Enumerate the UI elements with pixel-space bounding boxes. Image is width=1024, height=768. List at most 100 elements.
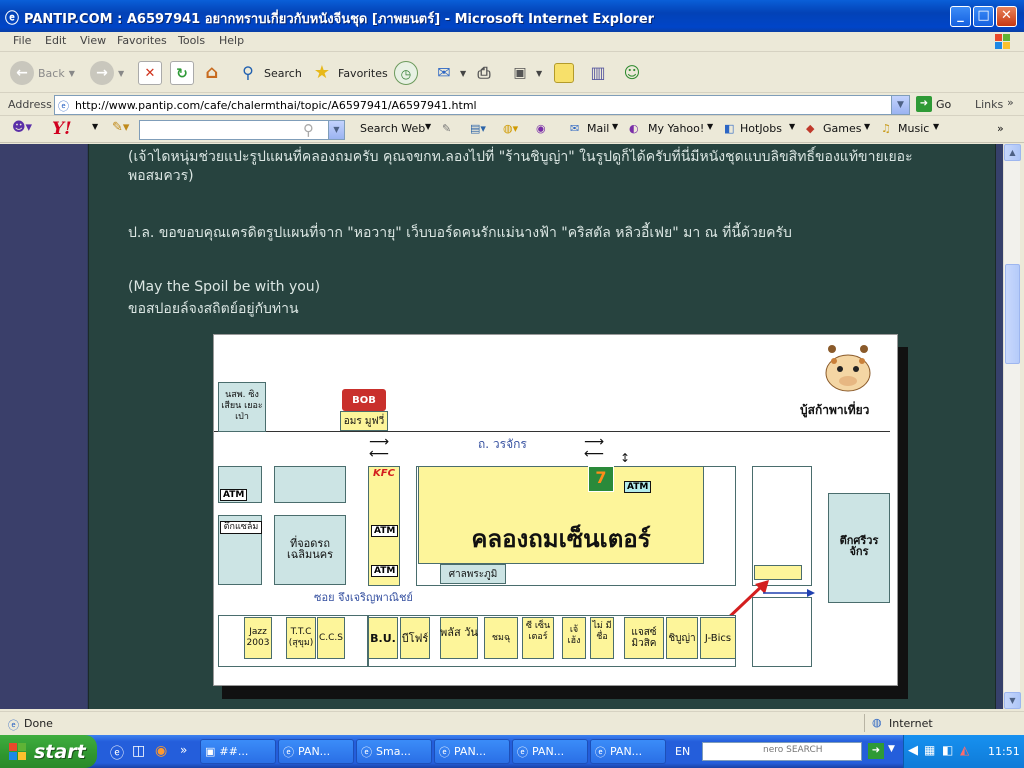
my-yahoo-link[interactable]: My Yahoo! [648,122,704,135]
music-dropdown-icon[interactable]: ▼ [933,122,939,131]
post-line-4: (May the Spoil be with you) [128,279,321,295]
atm-label-2: ATM [371,525,399,537]
vertical-scrollbar[interactable]: ▲ ▼ [1003,144,1021,709]
task-button-4[interactable]: ⓔ PAN... [434,739,510,764]
menu-view[interactable]: View [80,34,106,47]
quicklaunch-chevron-icon[interactable]: » [180,743,187,757]
task-button-1[interactable]: ▣ ##... [200,739,276,764]
yahoo-search-input[interactable]: ⚲ ▼ [139,120,345,140]
nero-go-icon[interactable]: ➜ [868,743,884,759]
nero-dropdown-icon[interactable]: ▼ [888,744,895,754]
scroll-up-button[interactable]: ▲ [1004,144,1021,161]
tray-app-icon[interactable]: ◧ [942,743,953,757]
history-button[interactable]: ◷ [394,59,418,87]
search-button[interactable]: ⚲ Search [236,59,302,87]
yahoo-dropdown-icon[interactable]: ▼ [92,122,98,131]
my-yahoo-icon: ◐ [629,122,639,135]
yahoo-toolbar: ☻▾ Y! ▼ ✎▾ ⚲ ▼ Search Web ▼ ✎ ▤▾ ◍▾ ◉ ✉ … [0,117,1024,143]
start-button[interactable]: start [0,735,97,768]
tray-network-icon[interactable]: ▦ [924,743,935,757]
toolbar-chevron-icon[interactable]: » [997,122,1004,135]
games-link[interactable]: Games [823,122,861,135]
quicklaunch-desktop-icon[interactable]: ◫ [132,743,145,759]
center-label: คลองถมเซ็นเตอร์ [471,525,651,553]
refresh-button[interactable]: ↻ [170,59,194,87]
note-icon [554,63,574,83]
menu-file[interactable]: File [13,34,31,47]
forward-arrow-icon: → [90,61,114,85]
task-label-1: ##... [219,745,249,758]
left-margin [0,144,87,709]
mail-envelope-icon: ✉ [570,122,580,135]
quicklaunch-ie-icon[interactable]: ⓔ [110,743,124,763]
highlighter-icon[interactable]: ✎▾ [112,120,129,135]
discuss-button[interactable] [554,59,574,87]
yahoo-mail-link[interactable]: Mail [587,122,609,135]
mail-dropdown-icon[interactable]: ▼ [612,122,618,131]
atm-label-3: ATM [371,565,399,577]
research-button[interactable]: ▥ [586,59,610,87]
games-dropdown-icon[interactable]: ▼ [864,122,870,131]
music-link[interactable]: Music [898,122,929,135]
scroll-thumb[interactable] [1005,264,1020,364]
shop-shibuya-label: ชิบูญ่า [668,633,696,644]
task-button-6[interactable]: ⓔ PAN... [590,739,666,764]
edit-button[interactable]: ▣ ▼ [508,59,542,87]
task-label-3: Sma... [376,745,411,758]
shop-jbics-label: J-Bics [704,633,732,644]
language-indicator[interactable]: EN [675,745,690,758]
mail-button[interactable]: ✉ ▼ [432,59,466,87]
stop-button[interactable]: ✕ [138,59,162,87]
search-web-dropdown-icon[interactable]: ▼ [425,122,431,131]
nero-search-input[interactable]: nero SEARCH [702,742,862,761]
menu-bar: File Edit View Favorites Tools Help [0,32,1024,52]
scroll-down-button[interactable]: ▼ [1004,692,1021,709]
print-button[interactable]: ⎙ [472,59,496,87]
links-button[interactable]: Links [975,98,1003,111]
menu-favorites[interactable]: Favorites [117,34,167,47]
my-yahoo-dropdown-icon[interactable]: ▼ [707,122,713,131]
favorites-label: Favorites [338,66,388,80]
pencil-icon[interactable]: ✎ [442,122,451,135]
back-arrow-icon: ← [10,61,34,85]
menu-help[interactable]: Help [219,34,244,47]
antispy-icon[interactable]: ◉ [536,122,546,135]
tray-arrow-icon[interactable]: ◀ [908,743,918,758]
address-bar: Address ⓔ http://www.pantip.com/cafe/cha… [0,94,1024,116]
maximize-button[interactable]: □ [973,6,994,27]
task-button-5[interactable]: ⓔ PAN... [512,739,588,764]
menu-tools[interactable]: Tools [178,34,205,47]
hotjobs-link[interactable]: HotJobs [740,122,782,135]
task-button-2[interactable]: ⓔ PAN... [278,739,354,764]
close-button[interactable]: ✕ [996,6,1017,27]
messenger-button[interactable]: ☺ [620,59,644,87]
globe-icon[interactable]: ◍▾ [503,122,518,135]
address-input[interactable]: ⓔ http://www.pantip.com/cafe/chalermthai… [54,95,910,115]
hotjobs-dropdown-icon[interactable]: ▼ [789,122,795,131]
tray-security-icon[interactable]: ◭ [960,743,969,757]
search-web-button[interactable]: Search Web [360,122,425,135]
clock[interactable]: 11:51 [988,745,1020,758]
menu-edit[interactable]: Edit [45,34,66,47]
go-button[interactable]: ➜ Go [916,96,951,112]
task-button-3[interactable]: ⓔ Sma... [356,739,432,764]
newspaper-label: นสพ. ซิงเสียน เยอะเป่า [221,390,263,422]
address-dropdown-icon[interactable]: ▼ [891,96,909,114]
task-label-2: PAN... [298,745,331,758]
minimize-button[interactable]: _ [950,6,971,27]
search-dropdown-icon[interactable]: ▼ [328,121,344,139]
back-button[interactable]: ← Back ▼ [10,59,75,87]
forward-button[interactable]: → ▼ [90,59,124,87]
layout-icon[interactable]: ▤▾ [470,122,486,135]
home-button[interactable]: ⌂ [200,59,224,87]
back-label: Back [38,66,65,80]
soi-label: ซอย จึงเจริญพาณิชย์ [314,591,413,604]
yahoo-user-icon[interactable]: ☻▾ [12,120,32,135]
status-page-icon: ⓔ [8,719,19,732]
yahoo-logo[interactable]: Y! [52,119,72,139]
left-block-2 [274,466,346,503]
shop-plus-one-label: พลัส วัน [440,626,478,639]
links-chevron-icon[interactable]: » [1007,96,1014,109]
favorites-button[interactable]: ★ Favorites [310,59,388,87]
quicklaunch-firefox-icon[interactable]: ◉ [155,743,167,759]
